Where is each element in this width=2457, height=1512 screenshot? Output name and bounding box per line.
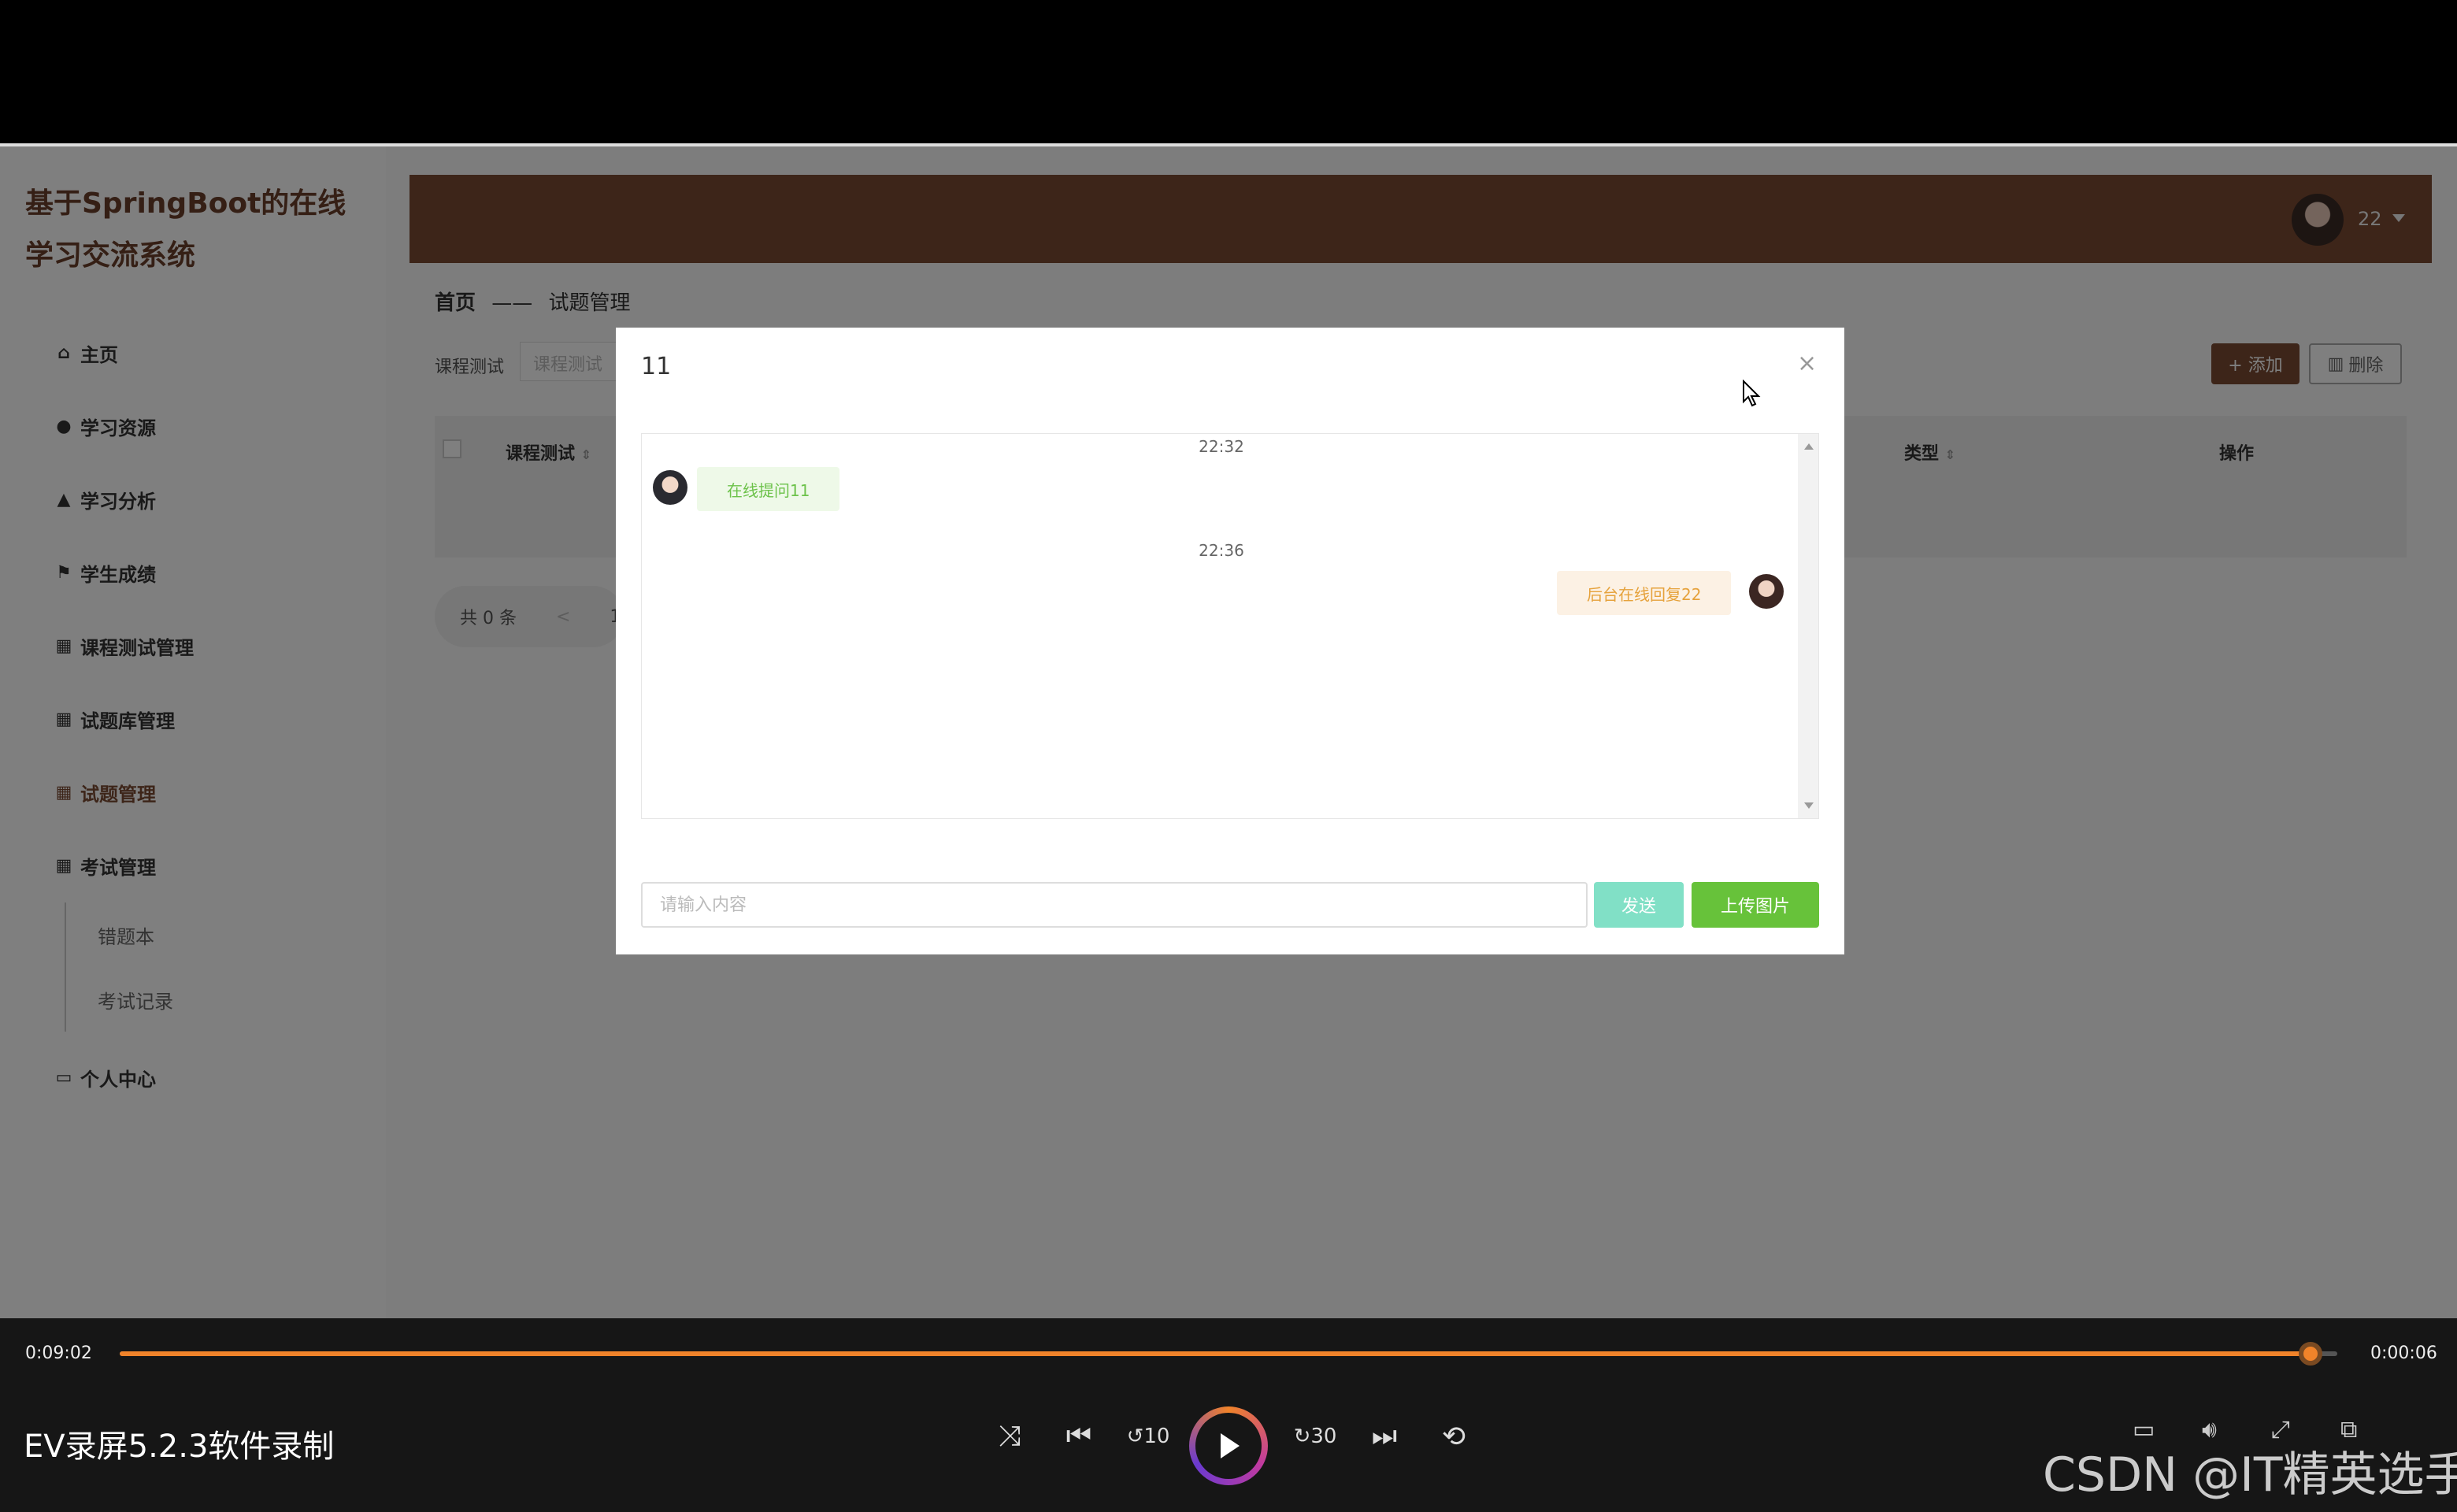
- scroll-down-icon[interactable]: [1804, 802, 1814, 809]
- next-icon[interactable]: ⏭: [1361, 1413, 1408, 1460]
- screen: 基于SpringBoot的在线学习交流系统 ⌂ 主页 ● 学习资源 ▲ 学习分析…: [0, 0, 2457, 1512]
- forward-30-icon[interactable]: ↻30: [1292, 1413, 1339, 1460]
- chat-scrollbar[interactable]: [1798, 434, 1818, 818]
- play-button[interactable]: [1189, 1406, 1268, 1485]
- chat-messages[interactable]: 22:32 在线提问11 22:36 后台在线回复22: [641, 433, 1819, 819]
- app-window: 基于SpringBoot的在线学习交流系统 ⌂ 主页 ● 学习资源 ▲ 学习分析…: [0, 143, 2457, 1318]
- progress-knob[interactable]: [2299, 1342, 2323, 1366]
- shuffle-icon[interactable]: ⤨: [986, 1413, 1033, 1460]
- send-button[interactable]: 发送: [1594, 882, 1684, 928]
- message-bubble-left: 在线提问11: [697, 467, 840, 511]
- avatar: [1749, 574, 1784, 609]
- rewind-10-icon[interactable]: ↺10: [1125, 1413, 1172, 1460]
- message-input[interactable]: [641, 882, 1588, 928]
- message-bubble-right: 后台在线回复22: [1557, 571, 1732, 615]
- scroll-up-icon[interactable]: [1804, 443, 1814, 450]
- remaining-time: 0:00:06: [2370, 1343, 2437, 1363]
- progress-fill: [120, 1351, 2311, 1356]
- watermark: CSDN @IT精英选手: [2043, 1447, 2457, 1503]
- repeat-off-icon[interactable]: ⟲: [1430, 1413, 1477, 1460]
- message-time: 22:32: [1199, 437, 1244, 456]
- previous-icon[interactable]: ⏮: [1055, 1413, 1102, 1460]
- mouse-cursor-icon: [1743, 380, 1761, 407]
- close-icon[interactable]: ×: [1797, 350, 1817, 377]
- progress-bar[interactable]: [120, 1342, 2337, 1366]
- message-time: 22:36: [1199, 541, 1244, 560]
- play-icon: [1195, 1413, 1262, 1479]
- current-time: 0:09:02: [25, 1343, 92, 1363]
- top-black-band: [0, 0, 2457, 143]
- dialog-title: 11: [641, 353, 672, 380]
- avatar: [653, 470, 687, 505]
- upload-image-button[interactable]: 上传图片: [1692, 882, 1819, 928]
- recording-title: EV录屏5.2.3软件录制: [24, 1429, 335, 1465]
- video-player-bar: 0:09:02 0:00:06 EV录屏5.2.3软件录制 ⤨ ⏮ ↺10 ↻3…: [0, 1318, 2457, 1512]
- chat-dialog: 11 × 22:32 在线提问11 22:36 后台在线回复22 发送 上传图片: [616, 328, 1844, 954]
